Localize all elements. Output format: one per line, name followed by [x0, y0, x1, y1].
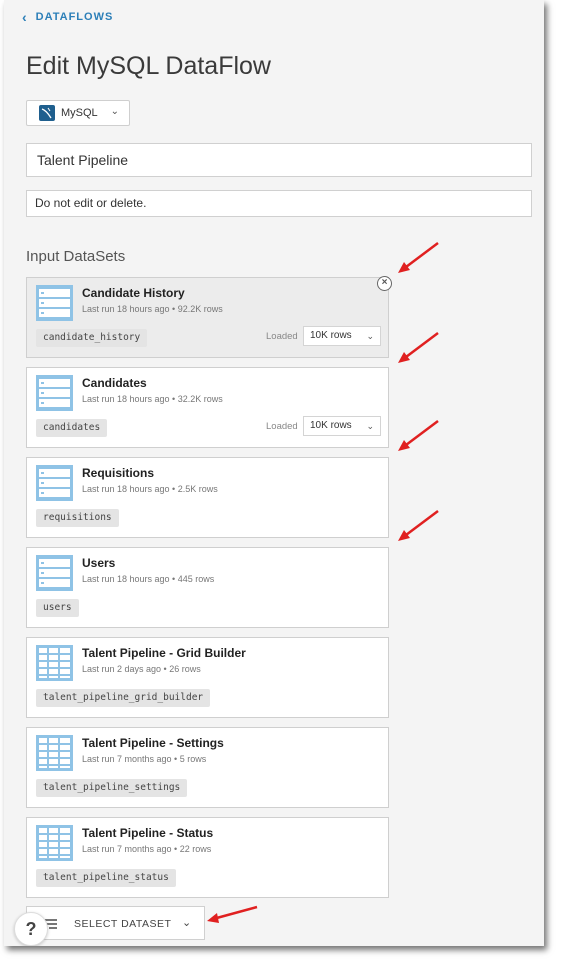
help-button[interactable]: ? — [14, 912, 48, 946]
dataflow-name-input[interactable]: Talent Pipeline — [26, 143, 532, 177]
table-list-icon — [36, 555, 73, 591]
chevron-down-icon: ⌄ — [366, 421, 374, 431]
dataset-meta: Last run 18 hours ago • 92.2K rows — [82, 304, 223, 314]
dataset-name: Requisitions — [82, 466, 155, 480]
dataset-card[interactable]: Candidates Last run 18 hours ago • 32.2K… — [26, 367, 389, 448]
dataset-alias-tag[interactable]: requisitions — [36, 509, 119, 527]
dataset-alias-tag[interactable]: talent_pipeline_status — [36, 869, 176, 887]
loaded-label: Loaded — [266, 331, 298, 342]
dataset-name: Talent Pipeline - Status — [82, 826, 214, 840]
dataset-meta: Last run 7 months ago • 5 rows — [82, 754, 207, 764]
page-title: Edit MySQL DataFlow — [26, 52, 271, 80]
dataset-card[interactable]: Talent Pipeline - Grid Builder Last run … — [26, 637, 389, 718]
table-grid-icon — [36, 825, 73, 861]
table-grid-icon — [36, 735, 73, 771]
dataset-meta: Last run 18 hours ago • 445 rows — [82, 574, 215, 584]
chevron-down-icon: ⌄ — [366, 331, 374, 341]
annotation-arrow-icon — [398, 420, 439, 451]
select-dataset-button[interactable]: SELECT DATASET ⌄ — [26, 906, 205, 940]
chevron-left-icon: ‹ — [22, 9, 28, 25]
dataset-meta: Last run 18 hours ago • 32.2K rows — [82, 394, 223, 404]
table-list-icon — [36, 285, 73, 321]
rows-select-value: 10K rows — [310, 330, 352, 341]
dataset-alias-tag[interactable]: candidates — [36, 419, 108, 437]
chevron-down-icon: ⌄ — [110, 106, 119, 117]
remove-dataset-icon[interactable]: × — [377, 276, 392, 291]
table-list-icon — [36, 465, 73, 501]
breadcrumb[interactable]: ‹ DATAFLOWS — [22, 10, 113, 24]
dataset-alias-tag[interactable]: talent_pipeline_grid_builder — [36, 689, 211, 707]
annotation-arrow-icon — [398, 332, 439, 363]
table-list-icon — [36, 375, 73, 411]
breadcrumb-label: DATAFLOWS — [35, 11, 114, 23]
dataset-alias-tag[interactable]: talent_pipeline_settings — [36, 779, 188, 797]
select-dataset-label: SELECT DATASET — [74, 918, 172, 930]
dataflow-description-input[interactable]: Do not edit or delete. — [26, 190, 532, 217]
connector-label: MySQL — [61, 107, 98, 119]
annotation-arrow-icon — [207, 905, 258, 923]
dataset-meta: Last run 7 months ago • 22 rows — [82, 844, 212, 854]
loaded-label: Loaded — [266, 421, 298, 432]
dataset-name: Users — [82, 556, 116, 570]
dataset-card[interactable]: Talent Pipeline - Status Last run 7 mont… — [26, 817, 389, 898]
dataset-name: Talent Pipeline - Grid Builder — [82, 646, 246, 660]
rows-select[interactable]: 10K rows ⌄ — [303, 326, 381, 346]
dataset-meta: Last run 18 hours ago • 2.5K rows — [82, 484, 218, 494]
table-grid-icon — [36, 645, 73, 681]
dataset-meta: Last run 2 days ago • 26 rows — [82, 664, 201, 674]
dataset-alias-tag[interactable]: users — [36, 599, 79, 617]
dataset-name: Talent Pipeline - Settings — [82, 736, 224, 750]
dataset-name: Candidates — [82, 376, 147, 390]
dataset-card[interactable]: Candidate History Last run 18 hours ago … — [26, 277, 389, 358]
annotation-arrow-icon — [398, 510, 439, 541]
dataset-card[interactable]: Requisitions Last run 18 hours ago • 2.5… — [26, 457, 389, 538]
dataset-alias-tag[interactable]: candidate_history — [36, 329, 148, 347]
dataset-card[interactable]: Users Last run 18 hours ago • 445 rows u… — [26, 547, 389, 628]
connector-dropdown[interactable]: MySQL ⌄ — [26, 100, 130, 126]
rows-select[interactable]: 10K rows ⌄ — [303, 416, 381, 436]
input-datasets-heading: Input DataSets — [26, 248, 126, 265]
dataflow-editor-page: ‹ DATAFLOWS Edit MySQL DataFlow MySQL ⌄ … — [4, 0, 544, 946]
dataset-card[interactable]: Talent Pipeline - Settings Last run 7 mo… — [26, 727, 389, 808]
rows-select-value: 10K rows — [310, 420, 352, 431]
mysql-logo-icon — [39, 105, 55, 121]
annotation-arrow-icon — [398, 242, 439, 273]
chevron-down-icon: ⌄ — [182, 917, 192, 929]
dataset-name: Candidate History — [82, 286, 185, 300]
